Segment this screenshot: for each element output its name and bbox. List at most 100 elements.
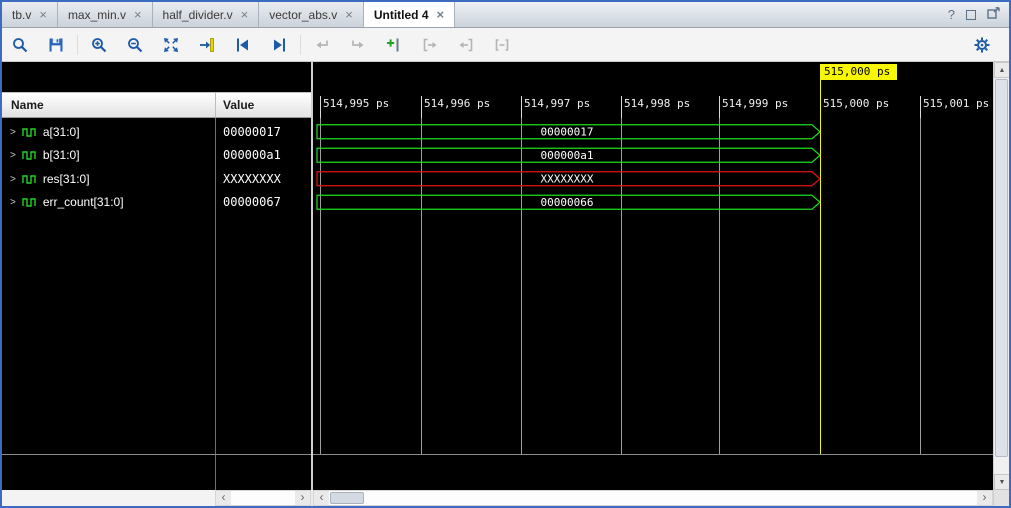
signal-row-a[interactable]: > a[31:0] 00000017 [2, 120, 311, 144]
close-icon[interactable]: × [437, 8, 445, 21]
vertical-scroll-thumb[interactable] [995, 79, 1008, 457]
signal-name: err_count[31:0] [43, 195, 124, 209]
scroll-left-arrow[interactable]: ‹ [216, 491, 231, 505]
ruler-tick-label: 514,998 ps [624, 97, 690, 110]
tab-label: tb.v [12, 8, 31, 22]
ruler-tick-mark [719, 96, 720, 118]
scroll-down-arrow[interactable]: ▼ [994, 474, 1010, 490]
value-column-header: Value [223, 98, 254, 112]
time-ruler[interactable]: 514,995 ps 514,996 ps 514,997 ps 514,998… [313, 92, 993, 118]
signal-value: XXXXXXXX [223, 172, 281, 186]
wave-bus-a-value: 00000017 [541, 126, 594, 139]
bus-signal-icon [22, 127, 37, 138]
scroll-right-arrow[interactable]: › [977, 491, 992, 505]
pane-horizontal-divider[interactable] [2, 454, 311, 455]
tab-untitled-4[interactable]: Untitled 4 × [364, 2, 455, 27]
scroll-up-arrow[interactable]: ▲ [994, 62, 1010, 78]
signal-row-b[interactable]: > b[31:0] 000000a1 [2, 143, 311, 167]
tab-max-min-v[interactable]: max_min.v × [58, 2, 153, 27]
signal-name: res[31:0] [43, 172, 90, 186]
signal-value: 000000a1 [223, 148, 281, 162]
expand-chevron-icon[interactable]: > [10, 174, 16, 185]
cursor-time-badge[interactable]: 515,000 ps [820, 64, 897, 80]
close-icon[interactable]: × [241, 8, 249, 21]
wave-bus-b-value: 000000a1 [541, 149, 594, 162]
go-to-cursor-button[interactable] [451, 32, 481, 58]
ruler-tick-mark [320, 96, 321, 118]
wave-bus-res-value: XXXXXXXX [541, 173, 594, 186]
column-splitter[interactable] [215, 93, 216, 117]
bus-signal-icon [22, 174, 37, 185]
maximize-icon[interactable] [966, 10, 976, 20]
bus-signal-icon [22, 197, 37, 208]
horizontal-scroll-thumb[interactable] [330, 492, 364, 504]
zoom-fit-button[interactable] [156, 32, 186, 58]
save-button[interactable] [41, 32, 71, 58]
signal-panel: Name Value > a[31:0] 00000017 > b[31:0] … [2, 62, 311, 490]
ruler-tick-mark [920, 96, 921, 118]
help-button[interactable]: ? [948, 7, 955, 22]
name-column-header: Name [11, 98, 44, 112]
expand-chevron-icon[interactable]: > [10, 150, 16, 161]
ruler-tick-label: 514,996 ps [424, 97, 490, 110]
signal-value: 00000067 [223, 195, 281, 209]
signal-header-row: Name Value [2, 92, 311, 118]
waveform-viewer-window: tb.v × max_min.v × half_divider.v × vect… [0, 0, 1011, 508]
signal-value: 00000017 [223, 125, 281, 139]
ruler-tick-label: 515,001 ps [923, 97, 989, 110]
scroll-left-arrow[interactable]: ‹ [314, 491, 329, 505]
pane-horizontal-divider[interactable] [313, 454, 993, 455]
previous-transition-button[interactable] [228, 32, 258, 58]
float-ruler-button[interactable] [487, 32, 517, 58]
zoom-out-button[interactable] [120, 32, 150, 58]
expand-chevron-icon[interactable]: > [10, 127, 16, 138]
tab-label: max_min.v [68, 8, 126, 22]
bottom-left-filler [2, 490, 215, 506]
bus-waveforms: 00000017 000000a1 XXXXXXXX 00000066 [313, 120, 993, 216]
close-icon[interactable]: × [345, 8, 353, 21]
signal-name: b[31:0] [43, 148, 80, 162]
tab-label: Untitled 4 [374, 8, 429, 22]
value-column-scrollbar[interactable]: ‹ › [215, 490, 311, 506]
float-window-icon[interactable] [987, 7, 1000, 22]
expand-chevron-icon[interactable]: > [10, 197, 16, 208]
next-transition-button[interactable] [264, 32, 294, 58]
close-icon[interactable]: × [134, 8, 142, 21]
ruler-tick-mark [521, 96, 522, 118]
tab-tb-v[interactable]: tb.v × [2, 2, 58, 27]
ruler-tick-mark [621, 96, 622, 118]
ruler-tick-label: 514,995 ps [323, 97, 389, 110]
ruler-tick-label: 514,997 ps [524, 97, 590, 110]
signal-row-err-count[interactable]: > err_count[31:0] 00000067 [2, 190, 311, 214]
toolbar-separator [77, 35, 78, 55]
waveform-scrollbar[interactable]: ‹ › [313, 490, 993, 506]
zoom-in-button[interactable] [84, 32, 114, 58]
tab-bar: tb.v × max_min.v × half_divider.v × vect… [2, 2, 1009, 28]
signal-row-res[interactable]: > res[31:0] XXXXXXXX [2, 167, 311, 191]
window-controls: ? [948, 2, 1009, 27]
settings-gear-button[interactable] [967, 32, 997, 58]
previous-marker-button[interactable] [307, 32, 337, 58]
ruler-tick-mark [421, 96, 422, 118]
tab-label: half_divider.v [163, 8, 233, 22]
tab-label: vector_abs.v [269, 8, 337, 22]
signal-name: a[31:0] [43, 125, 80, 139]
go-to-time-cursor-button[interactable] [192, 32, 222, 58]
vertical-scrollbar[interactable]: ▲ ▼ [993, 62, 1009, 490]
name-value-divider[interactable] [215, 118, 216, 490]
bottom-scroll-area: ‹ › ‹ › [2, 490, 1009, 506]
tab-half-divider-v[interactable]: half_divider.v × [153, 2, 260, 27]
tab-vector-abs-v[interactable]: vector_abs.v × [259, 2, 364, 27]
add-marker-button[interactable] [379, 32, 409, 58]
wave-bus-err-count-value: 00000066 [541, 196, 594, 209]
close-icon[interactable]: × [39, 8, 47, 21]
search-button[interactable] [5, 32, 35, 58]
swap-cursors-button[interactable] [415, 32, 445, 58]
waveform-canvas[interactable]: 515,000 ps 514,995 ps 514,996 ps 514,997… [313, 62, 993, 490]
ruler-tick-label: 514,999 ps [722, 97, 788, 110]
scroll-right-arrow[interactable]: › [295, 491, 310, 505]
wave-toolbar [2, 28, 1009, 62]
next-marker-button[interactable] [343, 32, 373, 58]
time-cursor-line[interactable] [820, 80, 821, 454]
toolbar-separator [300, 35, 301, 55]
